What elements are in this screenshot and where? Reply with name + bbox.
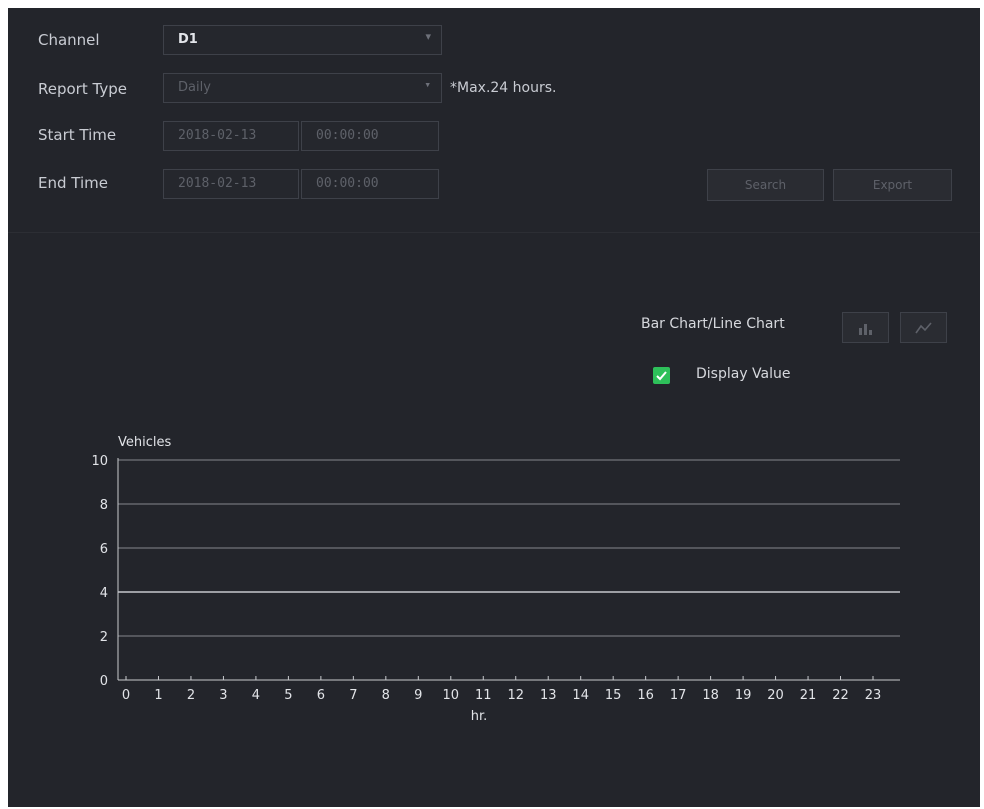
y-tick-label: 6 (100, 542, 108, 557)
x-tick-label: 14 (572, 688, 589, 703)
x-tick-label: 1 (154, 688, 162, 703)
x-tick-label: 22 (832, 688, 849, 703)
x-tick-label: 8 (382, 688, 390, 703)
x-tick-label: 0 (122, 688, 130, 703)
x-tick-label: 12 (507, 688, 524, 703)
x-tick-label: 16 (637, 688, 654, 703)
x-tick-label: 6 (317, 688, 325, 703)
x-tick-label: 13 (540, 688, 557, 703)
x-tick-label: 19 (735, 688, 752, 703)
x-tick-label: 15 (605, 688, 622, 703)
vehicles-chart: 02468100 1 2 3 4 5 6 7 8 9 10 11 12 13 14 15 16 17 18 19 20 2… (91, 435, 900, 724)
x-tick-label: 7 (349, 688, 357, 703)
x-tick-label: 3 (219, 688, 227, 703)
x-tick-label: 9 (414, 688, 422, 703)
y-tick-label: 0 (100, 674, 108, 689)
x-tick-label: 2 (187, 688, 195, 703)
x-tick-label: 4 (252, 688, 260, 703)
y-tick-label: 10 (91, 454, 108, 469)
y-tick-label: 2 (100, 630, 108, 645)
x-tick-label: 23 (865, 688, 882, 703)
x-tick-label: 18 (702, 688, 719, 703)
x-tick-label: 17 (670, 688, 687, 703)
y-axis-title: Vehicles (118, 435, 171, 450)
x-tick-label: 20 (767, 688, 784, 703)
y-tick-label: 8 (100, 498, 108, 513)
x-tick-label: 21 (800, 688, 817, 703)
x-tick-label: 11 (475, 688, 492, 703)
report-panel: Channel D1 ▾ Report Type Daily ▾ *Max.24… (8, 8, 980, 807)
y-tick-label: 4 (100, 586, 108, 601)
x-axis-title: hr. (471, 709, 488, 724)
x-tick-label: 10 (443, 688, 460, 703)
x-tick-label: 5 (284, 688, 292, 703)
